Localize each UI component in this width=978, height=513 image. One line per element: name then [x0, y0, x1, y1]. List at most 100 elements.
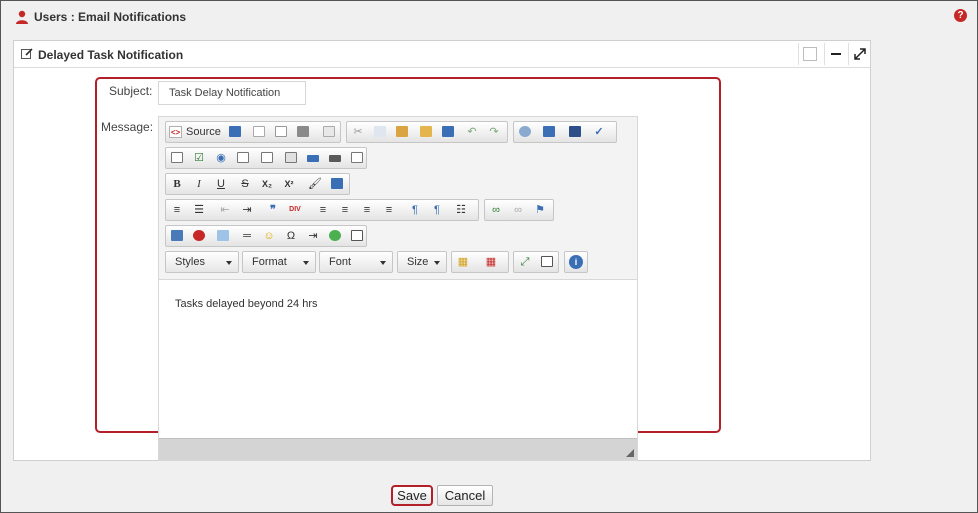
spellcheck-button[interactable]: ✓	[590, 124, 614, 140]
size-combo[interactable]: Size	[397, 251, 447, 273]
minimize-button[interactable]	[824, 43, 846, 65]
print-button[interactable]	[294, 124, 312, 140]
numbered-list-button[interactable]: ≡	[168, 202, 186, 218]
subject-label: Subject:	[109, 84, 153, 98]
replace-button[interactable]	[540, 124, 558, 140]
flash-icon	[193, 230, 205, 241]
about-button[interactable]: i	[567, 254, 585, 270]
div-button[interactable]: DIV	[286, 202, 304, 218]
edit-icon	[21, 48, 33, 59]
subscript-icon: X₂	[261, 179, 272, 189]
textfield-button[interactable]	[234, 150, 252, 166]
source-button[interactable]: <> Source	[168, 124, 221, 141]
iframe-button[interactable]	[326, 228, 344, 244]
align-right-button[interactable]: ≡	[358, 202, 376, 218]
italic-button[interactable]: I	[190, 176, 208, 192]
spellcheck-icon: ✓	[594, 126, 604, 138]
save-button[interactable]: Save	[391, 485, 433, 506]
help-icon[interactable]: ?	[954, 9, 967, 22]
radio-button[interactable]: ◉	[212, 150, 230, 166]
underline-button[interactable]: U	[212, 176, 230, 192]
select-all-button[interactable]	[566, 124, 584, 140]
copy-format-button[interactable]: 🖌	[306, 176, 324, 192]
form-button-button[interactable]	[304, 150, 322, 166]
insert-image-button[interactable]	[348, 228, 366, 244]
justify-button[interactable]: ≡	[380, 202, 398, 218]
smiley-button[interactable]: ☺	[260, 228, 278, 244]
window-box-button[interactable]	[798, 43, 820, 65]
maximize-icon: ⤢	[520, 256, 530, 268]
page-break-button[interactable]: ⇥	[304, 228, 322, 244]
align-left-button[interactable]: ≡	[314, 202, 332, 218]
show-blocks-button[interactable]	[538, 254, 556, 270]
toolbar-group-find: ✓	[513, 121, 617, 143]
bg-color-button[interactable]: ▦	[482, 254, 506, 270]
textfield-icon	[237, 152, 249, 163]
styles-label: Styles	[175, 256, 205, 268]
copy-icon	[374, 126, 386, 137]
toolbar-group-forms: ☑ ◉	[165, 147, 367, 169]
strike-button[interactable]: S	[236, 176, 254, 192]
font-combo[interactable]: Font	[319, 251, 393, 273]
subject-input[interactable]: Task Delay Notification	[158, 81, 306, 105]
editor-content[interactable]: Tasks delayed beyond 24 hrs	[159, 279, 637, 438]
form-button[interactable]	[168, 150, 186, 166]
toolbar-group-insert: ═ ☺ Ω ⇥	[165, 225, 367, 247]
superscript-button[interactable]: X²	[280, 176, 298, 192]
link-icon: ∞	[492, 204, 500, 216]
indent-button[interactable]: ⇥	[238, 202, 256, 218]
image-button[interactable]	[168, 228, 186, 244]
blockquote-button[interactable]: ❞	[264, 202, 282, 218]
minimize-icon	[831, 53, 841, 55]
styles-combo[interactable]: Styles	[165, 251, 239, 273]
cancel-button[interactable]: Cancel	[437, 485, 493, 506]
expand-button[interactable]	[848, 43, 870, 65]
bold-button[interactable]: B	[168, 176, 186, 192]
toolbar-group-basicstyles: B I U S X₂ X² 🖌	[165, 173, 350, 195]
paste-text-button[interactable]	[417, 124, 435, 140]
select-field-button[interactable]	[282, 150, 300, 166]
outdent-button[interactable]: ⇤	[216, 202, 234, 218]
save-doc-button[interactable]	[226, 124, 244, 140]
anchor-icon: ⚑	[535, 204, 545, 216]
special-char-button[interactable]: Ω	[282, 228, 300, 244]
paste-text-icon	[420, 126, 432, 137]
resize-grip-icon[interactable]	[626, 449, 634, 457]
checkbox-button[interactable]: ☑	[190, 150, 208, 166]
link-button[interactable]: ∞	[487, 202, 505, 218]
unlink-button[interactable]: ∞	[509, 202, 527, 218]
new-page-button[interactable]	[250, 124, 268, 140]
cut-button[interactable]: ✂	[349, 124, 367, 140]
bulleted-list-button[interactable]: ☰	[190, 202, 208, 218]
ltr-button[interactable]: ¶	[406, 202, 424, 218]
language-button[interactable]: ☷	[452, 202, 476, 218]
remove-format-button[interactable]	[328, 176, 346, 192]
preview-button[interactable]	[272, 124, 290, 140]
remove-format-icon	[331, 178, 343, 189]
font-label: Font	[329, 256, 352, 268]
anchor-button[interactable]: ⚑	[531, 202, 549, 218]
flash-button[interactable]	[190, 228, 208, 244]
align-center-button[interactable]: ≡	[336, 202, 354, 218]
copy-button[interactable]	[371, 124, 389, 140]
paste-icon	[396, 126, 408, 137]
subscript-button[interactable]: X₂	[258, 176, 276, 192]
find-button[interactable]	[516, 124, 534, 140]
redo-button[interactable]: ↷	[485, 124, 503, 140]
hidden-field-button[interactable]	[348, 150, 366, 166]
rtl-icon: ¶	[434, 204, 440, 216]
table-button[interactable]	[214, 228, 232, 244]
image-button-button[interactable]	[326, 150, 344, 166]
templates-button[interactable]	[320, 124, 338, 140]
text-color-button[interactable]: ▦	[454, 254, 478, 270]
rtl-button[interactable]: ¶	[428, 202, 446, 218]
format-combo[interactable]: Format	[242, 251, 316, 273]
paste-button[interactable]	[393, 124, 411, 140]
page-header: Users : Email Notifications ?	[1, 1, 977, 31]
undo-button[interactable]: ↶	[463, 124, 481, 140]
new-page-icon	[253, 126, 265, 137]
maximize-button[interactable]: ⤢	[516, 254, 534, 270]
horizontal-rule-button[interactable]: ═	[238, 228, 256, 244]
textarea-button[interactable]	[258, 150, 276, 166]
paste-word-button[interactable]	[439, 124, 457, 140]
